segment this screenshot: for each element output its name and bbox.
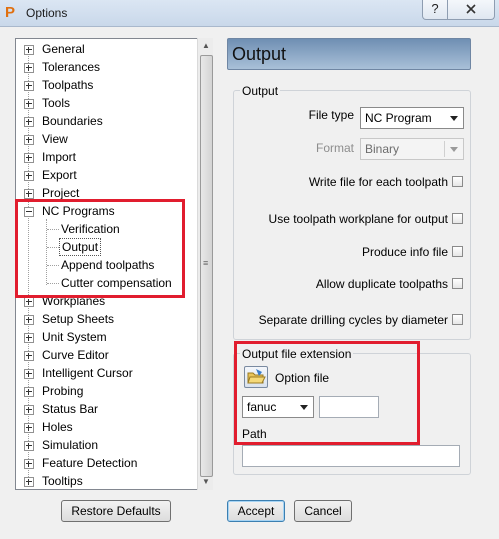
expand-icon[interactable] [24, 135, 34, 145]
format-select: Binary [360, 138, 464, 160]
expand-icon[interactable] [24, 351, 34, 361]
tree-item-label: Boundaries [42, 114, 103, 128]
tree-scrollbar[interactable]: ▲ ≡ ▼ [197, 38, 213, 490]
expand-icon[interactable] [24, 171, 34, 181]
expand-icon[interactable] [24, 315, 34, 325]
separate-drilling-checkbox[interactable] [452, 314, 463, 325]
expand-icon[interactable] [24, 63, 34, 73]
cancel-button[interactable]: Cancel [294, 500, 352, 522]
output-group: Output File type NC Program Format Binar… [233, 84, 471, 340]
write-file-label: Write file for each toolpath [308, 175, 448, 189]
tree-item-label: Toolpaths [42, 78, 94, 92]
tree-item-label: Holes [42, 420, 73, 434]
scroll-down-icon[interactable]: ▼ [198, 474, 214, 490]
tree-item-label: Setup Sheets [42, 312, 115, 326]
expand-icon[interactable] [24, 369, 34, 379]
tree-item-label: Probing [42, 384, 84, 398]
chevron-down-icon [450, 116, 458, 121]
page-title: Output [232, 44, 287, 64]
restore-defaults-button[interactable]: Restore Defaults [61, 500, 171, 522]
path-input[interactable] [242, 445, 460, 467]
expand-icon[interactable] [24, 387, 34, 397]
close-button[interactable] [447, 0, 495, 20]
tree-item-label: Export [42, 168, 77, 182]
page-header: Output [227, 38, 471, 70]
accept-button[interactable]: Accept [227, 500, 285, 522]
separate-drilling-label: Separate drilling cycles by diameter [258, 313, 448, 327]
tree-item-label: Feature Detection [42, 456, 138, 470]
help-button[interactable]: ? [422, 0, 448, 20]
tree-item-label: Status Bar [42, 402, 99, 416]
file-type-value: NC Program [365, 111, 432, 125]
expand-icon[interactable] [24, 153, 34, 163]
tree-item-label: Tolerances [42, 60, 101, 74]
expand-icon[interactable] [24, 477, 34, 487]
expand-icon[interactable] [24, 405, 34, 415]
window-title: Options [26, 6, 68, 20]
expand-icon[interactable] [24, 297, 34, 307]
tree-item-label: Import [42, 150, 77, 164]
tree-item-label: Intelligent Cursor [42, 366, 133, 380]
title-bar: P Options ? [0, 0, 499, 27]
close-icon [466, 4, 476, 14]
write-file-checkbox[interactable] [452, 176, 463, 187]
info-file-label: Produce info file [361, 245, 448, 259]
expand-icon[interactable] [24, 45, 34, 55]
tree-item-label: Tooltips [42, 474, 83, 488]
output-group-legend: Output [240, 84, 281, 98]
tree-item-label: View [42, 132, 68, 146]
format-value: Binary [365, 142, 400, 156]
chevron-down-icon [450, 147, 458, 152]
highlight-nc-programs [15, 199, 185, 298]
tree-item-label: Simulation [42, 438, 99, 452]
file-type-select[interactable]: NC Program [360, 107, 464, 129]
duplicate-toolpaths-checkbox[interactable] [452, 278, 463, 289]
use-workplane-label: Use toolpath workplane for output [268, 212, 448, 226]
expand-icon[interactable] [24, 441, 34, 451]
tree-item-label: Tools [42, 96, 71, 110]
grip-icon: ≡ [203, 258, 209, 268]
tree-item-label: Unit System [42, 330, 107, 344]
expand-icon[interactable] [24, 117, 34, 127]
expand-icon[interactable] [24, 81, 34, 91]
tree-item-label: Curve Editor [42, 348, 109, 362]
info-file-checkbox[interactable] [452, 246, 463, 257]
scroll-up-icon[interactable]: ▲ [198, 38, 214, 54]
app-logo-icon: P [5, 4, 16, 21]
expand-icon[interactable] [24, 333, 34, 343]
file-type-label: File type [308, 108, 354, 122]
duplicate-toolpaths-label: Allow duplicate toolpaths [315, 277, 448, 291]
expand-icon[interactable] [24, 99, 34, 109]
use-workplane-checkbox[interactable] [452, 213, 463, 224]
scrollbar-thumb[interactable]: ≡ [200, 55, 213, 477]
expand-icon[interactable] [24, 459, 34, 469]
expand-icon[interactable] [24, 189, 34, 199]
format-label: Format [315, 141, 354, 155]
tree-item-label: General [42, 42, 85, 56]
highlight-output-extension [234, 341, 420, 445]
expand-icon[interactable] [24, 423, 34, 433]
